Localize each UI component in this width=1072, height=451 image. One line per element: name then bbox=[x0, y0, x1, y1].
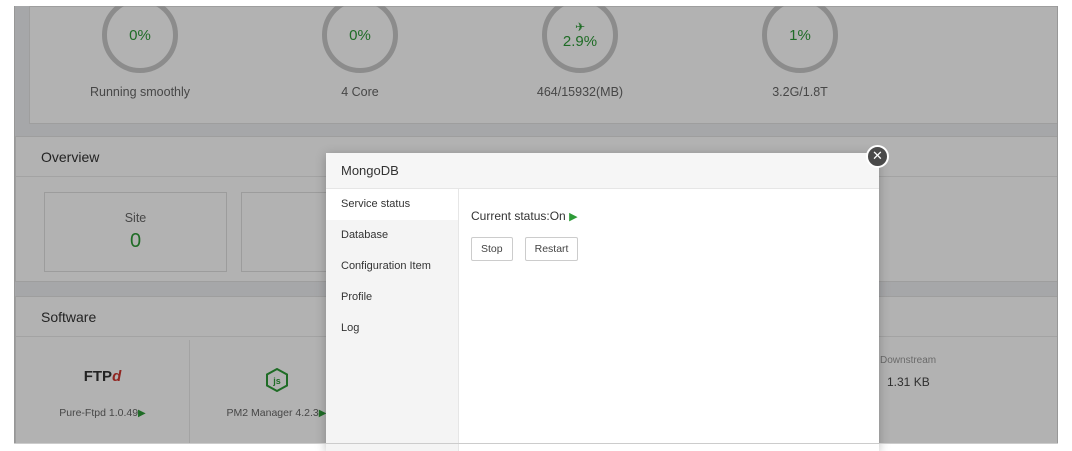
page-border bbox=[14, 443, 1058, 444]
status-text: Current status:On bbox=[471, 209, 566, 223]
menu-service-status[interactable]: Service status bbox=[326, 189, 458, 220]
modal-menu: Service status Database Configuration It… bbox=[326, 189, 459, 451]
menu-profile[interactable]: Profile bbox=[326, 282, 458, 313]
menu-database[interactable]: Database bbox=[326, 220, 458, 251]
service-status: Current status:On ▶ bbox=[471, 209, 879, 223]
modal-title: MongoDB bbox=[326, 153, 879, 189]
menu-configuration-item[interactable]: Configuration Item bbox=[326, 251, 458, 282]
restart-button[interactable]: Restart bbox=[524, 237, 579, 261]
close-icon[interactable]: ✕ bbox=[866, 145, 889, 168]
play-icon: ▶ bbox=[569, 211, 578, 223]
action-buttons: Stop Restart bbox=[471, 237, 879, 261]
menu-log[interactable]: Log bbox=[326, 313, 458, 344]
stop-button[interactable]: Stop bbox=[471, 237, 513, 261]
mongodb-modal: MongoDB Service status Database Configur… bbox=[326, 153, 879, 451]
modal-body: Current status:On ▶ Stop Restart bbox=[471, 189, 879, 451]
